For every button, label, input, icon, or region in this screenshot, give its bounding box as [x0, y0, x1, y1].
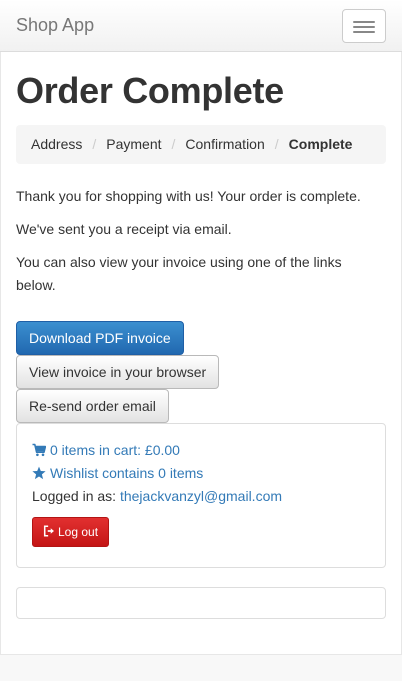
- logout-button[interactable]: Log out: [32, 517, 110, 547]
- breadcrumb-separator: /: [171, 136, 176, 152]
- download-pdf-invoice-button[interactable]: Download PDF invoice: [16, 321, 184, 355]
- invoice-hint-message: You can also view your invoice using one…: [16, 254, 342, 293]
- account-email-link[interactable]: thejackvanzyl@gmail.com: [120, 488, 282, 504]
- cart-summary-link[interactable]: 0 items in cart: £0.00: [32, 440, 180, 460]
- logout-label: Log out: [58, 525, 99, 539]
- menu-toggle-button[interactable]: [342, 9, 386, 43]
- breadcrumb-item-payment[interactable]: Payment: [106, 136, 161, 152]
- shopping-cart-icon: [32, 443, 46, 457]
- thank-you-message: Thank you for shopping with us! Your ord…: [16, 188, 361, 204]
- breadcrumb-item-address[interactable]: Address: [31, 136, 82, 152]
- hamburger-menu-icon: [353, 31, 375, 33]
- logged-in-label: Logged in as:: [32, 488, 117, 504]
- hamburger-menu-icon: [353, 21, 375, 23]
- empty-panel: [16, 587, 386, 619]
- breadcrumb-separator: /: [274, 136, 279, 152]
- brand-link[interactable]: Shop App: [16, 15, 94, 36]
- receipt-message: We've sent you a receipt via email.: [16, 221, 232, 237]
- page-title: Order Complete: [16, 70, 284, 111]
- account-panel: 0 items in cart: £0.00 Wishlist contains…: [16, 423, 386, 568]
- wishlist-link[interactable]: Wishlist contains 0 items: [32, 463, 203, 483]
- navbar: Shop App: [0, 0, 402, 52]
- view-invoice-browser-button[interactable]: View invoice in your browser: [16, 355, 220, 389]
- footer: [0, 654, 402, 681]
- breadcrumb-item-complete: Complete: [288, 136, 353, 152]
- logout-icon: [43, 525, 54, 537]
- star-icon: [32, 466, 46, 480]
- logged-in-row: Logged in as: thejackvanzyl@gmail.com: [32, 486, 282, 506]
- breadcrumb: Address / Payment / Confirmation / Complete: [16, 125, 386, 164]
- cart-summary-text: 0 items in cart: £0.00: [50, 442, 180, 458]
- hamburger-menu-icon: [353, 26, 375, 28]
- breadcrumb-separator: /: [92, 136, 97, 152]
- resend-order-email-button[interactable]: Re-send order email: [16, 389, 169, 423]
- breadcrumb-item-confirmation[interactable]: Confirmation: [185, 136, 264, 152]
- wishlist-text: Wishlist contains 0 items: [50, 465, 204, 481]
